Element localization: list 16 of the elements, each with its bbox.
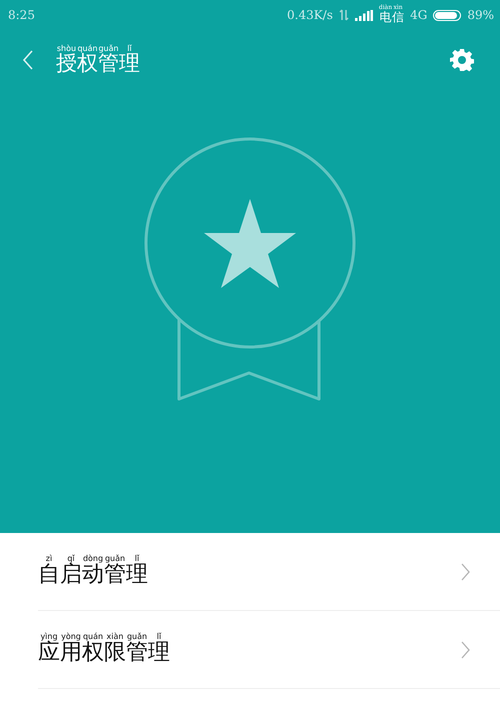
- network-speed: 0.43K/s: [287, 8, 333, 22]
- chevron-icon: [461, 640, 470, 658]
- menu-item-label: 自 zì 启 qǐ 动 dòng 管 guǎn 理 lǐ: [38, 554, 148, 589]
- status-time: 8:25: [8, 8, 35, 22]
- settings-icon[interactable]: [450, 48, 474, 72]
- menu-item[interactable]: 自 zì 启 qǐ 动 dòng 管 guǎn 理 lǐ: [38, 533, 500, 611]
- signal-icon: [354, 10, 373, 20]
- menu-item-label: 应 yìng 用 yòng 权 quán 限 xiàn 管 guǎn 理 lǐ: [38, 632, 170, 667]
- battery-icon: [433, 10, 462, 20]
- menu-item[interactable]: 应 yìng 用 yòng 权 quán 限 xiàn 管 guǎn 理 lǐ: [38, 611, 500, 689]
- battery-percent: 89%: [467, 8, 494, 22]
- data-arrows-icon: [338, 9, 349, 21]
- back-icon[interactable]: [22, 50, 34, 70]
- network-type: 4G: [410, 8, 428, 22]
- chevron-icon: [461, 562, 470, 580]
- page-title: 授 shòu 权 quán 管 guǎn 理 lǐ: [56, 44, 141, 76]
